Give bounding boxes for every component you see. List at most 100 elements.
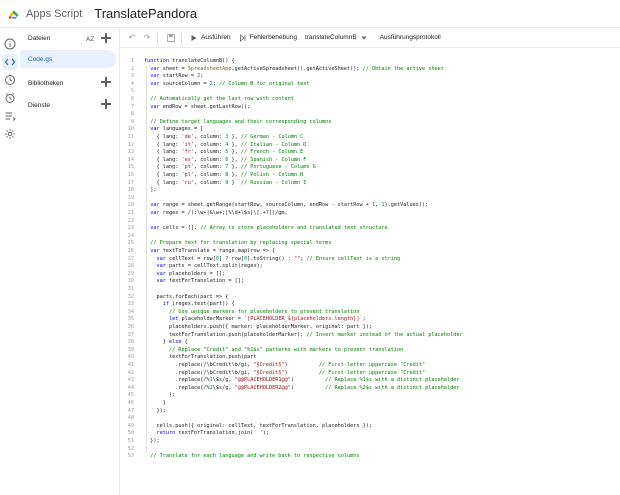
code-line[interactable]: 50 return textForTranslation.join(' '); — [120, 430, 620, 438]
code-line[interactable]: 53 // Translate for each language and wr… — [120, 453, 620, 461]
code-line[interactable]: 52 — [120, 446, 620, 454]
line-number: 33 — [127, 301, 134, 308]
code-line[interactable]: 12 { lang: 'it', column: 4 }, // Italian… — [120, 142, 620, 150]
code-line[interactable]: 8 — [120, 111, 620, 119]
code-line[interactable]: 13 { lang: 'fr', column: 5 }, // French … — [120, 149, 620, 157]
code-line[interactable]: 15 { lang: 'pt', column: 7 }, // Portugu… — [120, 164, 620, 172]
code-line[interactable]: 43 .replace(/%1\$s/g, "@@PLACEHOLDER1@@"… — [120, 377, 620, 385]
line-number: 30 — [127, 278, 134, 285]
code-text: // Replace "Credit" and "%1$s" patterns … — [169, 346, 404, 353]
code-line[interactable]: 20 var range = sheet.getRange(startRow, … — [120, 202, 620, 210]
code-line[interactable]: 14 { lang: 'es', column: 6 }, // Spanish… — [120, 157, 620, 165]
code-line[interactable]: 49 cells.push({ original: cellText, text… — [120, 423, 620, 431]
code-line[interactable]: 34 // Use unique markers for placeholder… — [120, 309, 620, 317]
code-text: { lang: 'pt', column: 7 }, // Portuguese… — [144, 164, 316, 171]
code-text: // Prepare text for translation by repla… — [150, 240, 332, 247]
code-text: placeholders.push({ marker: placeholderM… — [144, 324, 372, 330]
code-line[interactable]: 19 — [120, 195, 620, 203]
code-line[interactable]: 29 var placeholders = []; — [120, 271, 620, 279]
code-line[interactable]: 47 }); — [120, 408, 620, 416]
code-line[interactable]: 44 .replace(/%2\$s/g, "@@PLACEHOLDER2@@"… — [120, 385, 620, 393]
code-text: var languages = [ — [150, 126, 204, 133]
code-line[interactable]: 7 var endRow = sheet.getLastRow(); — [120, 104, 620, 112]
add-library-icon[interactable] — [101, 77, 111, 87]
line-number: 10 — [127, 126, 134, 133]
code-line[interactable]: 24 — [120, 233, 620, 241]
code-line[interactable]: 45 ); — [120, 392, 620, 400]
undo-icon[interactable]: ↶ — [126, 32, 138, 44]
line-number: 8 — [130, 111, 134, 118]
code-line[interactable]: 48 — [120, 415, 620, 423]
section-libraries[interactable]: Bibliotheken — [20, 74, 119, 92]
code-line[interactable]: 11 { lang: 'de', column: 3 }, // German … — [120, 134, 620, 142]
file-item-code-gs[interactable]: Code.gs — [20, 50, 116, 68]
triggers-alarm-icon[interactable] — [2, 90, 18, 106]
code-line[interactable]: 25 // Prepare text for translation by re… — [120, 240, 620, 248]
code-editor[interactable]: 1 function translateColumnB() {2 var shee… — [120, 48, 620, 495]
code-line[interactable]: 1 function translateColumnB() { — [120, 58, 620, 66]
project-title[interactable]: TranslatePandora — [94, 6, 197, 21]
save-icon[interactable] — [165, 32, 177, 44]
code-line[interactable]: 46 } — [120, 400, 620, 408]
chevron-down-icon — [361, 36, 367, 39]
code-text: }); — [144, 407, 166, 414]
code-line[interactable]: 32 parts.forEach(part => { — [120, 294, 620, 302]
code-line[interactable]: 37 textForTranslation.push(placeholderMa… — [120, 332, 620, 340]
code-text: textForTranslation.push(placeholderMarke… — [144, 331, 463, 338]
add-service-icon[interactable] — [101, 99, 111, 109]
code-line[interactable]: 38 } else { — [120, 339, 620, 347]
execution-log-button[interactable]: Ausführungsprotokoll — [376, 30, 445, 46]
code-line[interactable]: 35 let placeholderMarker = `[PLACEHOLDER… — [120, 316, 620, 324]
code-line[interactable]: 4 var sourceColumn = 2; // Column B for … — [120, 81, 620, 89]
code-line[interactable]: 18 ]; — [120, 187, 620, 195]
line-number: 48 — [127, 415, 134, 422]
line-number: 39 — [127, 346, 134, 353]
code-line[interactable]: 27 var cellText = row[0] ? row[0].toStri… — [120, 256, 620, 264]
section-services[interactable]: Dienste — [20, 96, 119, 114]
line-number: 3 — [130, 73, 134, 80]
line-number: 11 — [127, 134, 134, 140]
code-line[interactable]: 51 }); — [120, 438, 620, 446]
editor-code-icon[interactable] — [2, 54, 18, 70]
overview-info-icon[interactable] — [2, 36, 18, 52]
code-line[interactable]: 23 var cells = []; // Array to store pla… — [120, 225, 620, 233]
code-line[interactable]: 40 textForTranslation.push(part — [120, 354, 620, 362]
code-text: var regex = /(:\w+|&\w+;|%\d+\$s|\[.+?])… — [150, 210, 288, 216]
code-line[interactable]: 3 var startRow = 2; — [120, 73, 620, 81]
code-line[interactable]: 9 // Define target languages and their c… — [120, 119, 620, 127]
code-line[interactable]: 42 .replace(/\bCredit\b/gi, "§Credit§") … — [120, 370, 620, 378]
code-line[interactable]: 5 — [120, 88, 620, 96]
code-line[interactable]: 36 placeholders.push({ marker: placehold… — [120, 324, 620, 332]
code-line[interactable]: 33 if (regex.test(part)) { — [120, 301, 620, 309]
code-line[interactable]: 39 // Replace "Credit" and "%1$s" patter… — [120, 347, 620, 355]
code-line[interactable]: 31 — [120, 286, 620, 294]
code-line[interactable]: 22 — [120, 218, 620, 226]
code-text: let placeholderMarker = `[PLACEHOLDER_${… — [169, 316, 366, 323]
line-number: 46 — [127, 400, 134, 406]
sort-az-icon[interactable]: AZ — [86, 34, 96, 43]
svg-text:AZ: AZ — [86, 36, 94, 43]
code-line[interactable]: 16 { lang: 'pl', column: 8 }, // Polish … — [120, 172, 620, 180]
run-button[interactable]: Ausführen — [186, 30, 235, 46]
code-line[interactable]: 6 // Automatically get the last row with… — [120, 96, 620, 104]
code-line[interactable]: 17 { lang: 'ru', column: 9 } // Russian … — [120, 180, 620, 188]
executions-list-icon[interactable] — [2, 108, 18, 124]
line-number: 20 — [127, 202, 134, 209]
function-select[interactable]: translateColumnB — [301, 30, 372, 46]
code-text: { lang: 'ru', column: 9 } // Russian - C… — [144, 179, 307, 186]
code-text: var range = sheet.getRange(startRow, sou… — [150, 202, 429, 209]
add-file-icon[interactable] — [101, 33, 111, 43]
code-line[interactable]: 26 var textToTranslate = range.map(row =… — [120, 248, 620, 256]
settings-gear-icon[interactable] — [2, 126, 18, 142]
code-line[interactable]: 10 var languages = [ — [120, 126, 620, 134]
code-line[interactable]: 28 var parts = cellText.split(regex); — [120, 263, 620, 271]
redo-icon[interactable]: ↷ — [141, 32, 153, 44]
code-line[interactable]: 2 var sheet = SpreadsheetApp.getActiveSp… — [120, 66, 620, 74]
code-line[interactable]: 41 .replace(/\bCredit\b/gi, "§Credit§") … — [120, 362, 620, 370]
code-text: .replace(/\bCredit\b/gi, "§Credit§") // … — [144, 362, 426, 368]
code-line[interactable]: 30 var textForTranslation = []; — [120, 278, 620, 286]
line-number: 43 — [127, 377, 134, 384]
history-icon[interactable] — [2, 72, 18, 88]
code-line[interactable]: 21 var regex = /(:\w+|&\w+;|%\d+\$s|\[.+… — [120, 210, 620, 218]
debug-button[interactable]: Fehlerbehebung — [235, 30, 301, 46]
